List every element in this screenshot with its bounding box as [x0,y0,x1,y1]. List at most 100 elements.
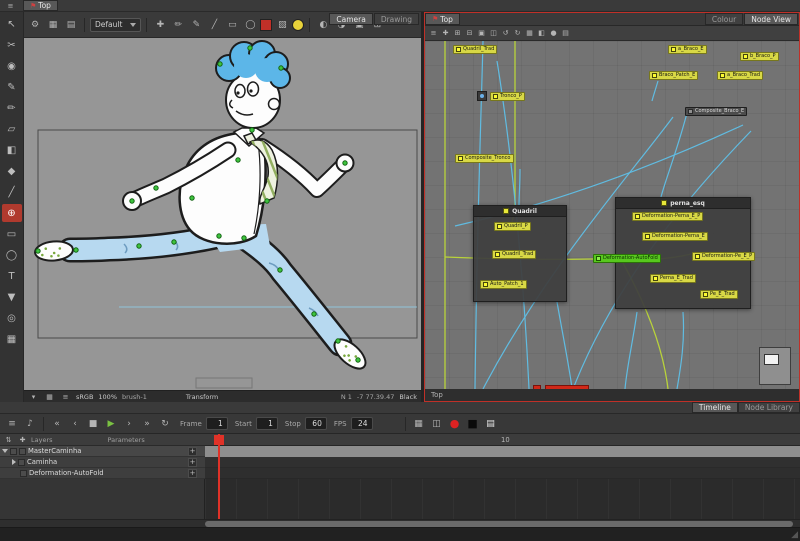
add-parameter-button[interactable]: + [188,469,197,478]
node-graph[interactable]: Quadril_Trad Tronco_P Composite_Tronco a… [425,41,799,389]
node-deformation-perna-e[interactable]: Deformation-Perna_E [642,232,708,241]
sort-icon[interactable]: ⇅ [3,434,14,445]
add-parameter-button[interactable]: + [188,447,197,456]
bg-colour-select[interactable]: Black [399,393,417,401]
horizontal-scrollbar[interactable] [0,519,800,527]
zoom-tool[interactable]: ◎ [2,309,22,327]
sound-icon[interactable]: ♪ [22,416,38,432]
line-tool[interactable]: ╱ [2,183,22,201]
menu-icon[interactable]: ≡ [428,28,439,39]
start-input[interactable]: 1 [256,417,278,430]
node-a-braco-trad[interactable]: a_Braco_Trad [717,71,763,80]
grid-icon[interactable]: ▦ [524,28,535,39]
first-frame-button[interactable]: « [49,416,65,432]
node-auto-patch[interactable]: Auto_Patch_1 [480,280,527,289]
ink-tool[interactable]: ◆ [2,162,22,180]
dropper-tool[interactable]: ▼ [2,288,22,306]
tab-timeline[interactable]: Timeline [692,402,738,413]
graph-navigator[interactable] [759,347,791,385]
undo-icon[interactable]: ↺ [500,28,511,39]
brush-icon[interactable]: ✎ [188,17,204,33]
palette-icon[interactable]: ▧ [274,17,290,33]
node-quadril-trad[interactable]: Quadril_Trad [453,45,497,54]
navigator-viewport[interactable] [764,354,779,365]
tab-drawing[interactable]: Drawing [374,13,419,25]
group-icon[interactable]: ⊞ [452,28,463,39]
split-view-icon[interactable]: ◫ [429,416,445,432]
library-icon[interactable]: ▤ [560,28,571,39]
text-tool[interactable]: T [2,267,22,285]
node-tronco-p[interactable]: Tronco_P [490,92,525,101]
tab-colour[interactable]: Colour [705,13,743,25]
cutter-tool[interactable]: ✂ [2,36,22,54]
redo-icon[interactable]: ↻ [512,28,523,39]
layer-row-mastercaminha[interactable]: MasterCaminha + [0,446,205,457]
menu-icon[interactable]: ≡ [4,416,20,432]
tab-camera[interactable]: Camera [329,13,372,25]
zoom-level[interactable]: 100% [98,393,117,401]
tab-node-library[interactable]: Node Library [738,402,800,413]
list-view-icon[interactable]: ▤ [483,416,499,432]
colorspace-select[interactable]: sRGB [76,393,93,401]
fps-input[interactable]: 24 [351,417,373,430]
node-scene-tab[interactable]: ⚑ Top [425,13,460,25]
group-quadril[interactable]: Quadril Quadril_P Quadril_Trad Auto_Patc… [473,205,567,302]
node-a-braco-e[interactable]: a_Braco_E [668,45,707,54]
node-perna-e-trad[interactable]: Perna_E_Trad [650,274,696,283]
ellipse-icon[interactable]: ◯ [242,17,258,33]
track-deformation-autofold[interactable] [205,468,800,479]
frames-pane[interactable]: 10 [205,434,800,521]
node-deformation-pe-e-p[interactable]: Deformation-Pe_E_P [692,252,755,261]
visibility-icon[interactable] [19,448,26,455]
node-pe-e-trad[interactable]: Pe_E_Trad [700,290,738,299]
backdrop-icon[interactable]: ◫ [488,28,499,39]
node-b-braco-p[interactable]: b_Braco_P [740,52,779,61]
playhead-handle[interactable] [214,435,224,445]
pencil-tool[interactable]: ✏ [2,99,22,117]
scene-tab-top[interactable]: ⚑ Top [23,0,58,11]
gear-icon[interactable]: ⚙ [27,17,43,33]
layer-row-deformation-autofold[interactable]: Deformation-AutoFold + [0,468,205,479]
grid-icon[interactable]: ▦ [45,17,61,33]
ungroup-icon[interactable]: ⊟ [464,28,475,39]
field-grid-icon[interactable]: ▤ [63,17,79,33]
rectangle-tool[interactable]: ▭ [2,225,22,243]
options-icon[interactable]: ≡ [60,391,71,402]
add-drawing-icon[interactable]: ✚ [152,17,168,33]
colour-swatch[interactable]: ■ [465,416,481,432]
node-composite-tronco[interactable]: Composite_Tronco [455,154,514,163]
rectangle-icon[interactable]: ▭ [224,17,240,33]
stop-input[interactable]: 60 [305,417,327,430]
navigator-icon[interactable]: ◧ [536,28,547,39]
record-button[interactable]: ● [447,416,463,432]
play-button[interactable]: ▶ [103,416,119,432]
colour-swatch[interactable] [260,19,272,31]
ellipse-tool[interactable]: ◯ [2,246,22,264]
select-tool[interactable]: ↖ [2,15,22,33]
add-parameter-button[interactable]: + [188,458,197,467]
layer-row-caminha[interactable]: Caminha + [0,457,205,468]
hand-tool[interactable]: ▦ [2,330,22,348]
track-caminha[interactable] [205,457,800,468]
frame-ruler[interactable]: 10 [205,434,800,446]
add-node-icon[interactable]: ✚ [440,28,451,39]
transform-tool[interactable]: ⊕ [2,204,22,222]
loop-button[interactable]: ↻ [157,416,173,432]
group-perna-esq[interactable]: perna_esq Deformation-Perna_E_P Deformat… [615,197,751,309]
track-mastercaminha[interactable] [205,446,800,457]
paint-tool[interactable]: ◧ [2,141,22,159]
pencil-icon[interactable]: ✏ [170,17,186,33]
node-deformation-autofold[interactable]: Deformation-AutoFold [593,254,661,263]
display-icon[interactable]: ▣ [476,28,487,39]
peg-node-icon[interactable] [477,91,487,101]
prev-frame-button[interactable]: ‹ [67,416,83,432]
node-quadril-trad-inner[interactable]: Quadril_Trad [492,250,536,259]
contour-editor-tool[interactable]: ◉ [2,57,22,75]
node-composite-braco[interactable]: Composite_Braco_E [685,107,747,116]
stroke-icon[interactable]: ╱ [206,17,222,33]
resize-grip[interactable]: ◢ [791,530,798,540]
node-deformation-perna-e-p[interactable]: Deformation-Perna_E_P [632,212,703,221]
expander-closed-icon[interactable] [12,459,16,465]
node-quadril-p[interactable]: Quadril_P [494,222,531,231]
app-menu-icon[interactable]: ≡ [5,0,16,11]
